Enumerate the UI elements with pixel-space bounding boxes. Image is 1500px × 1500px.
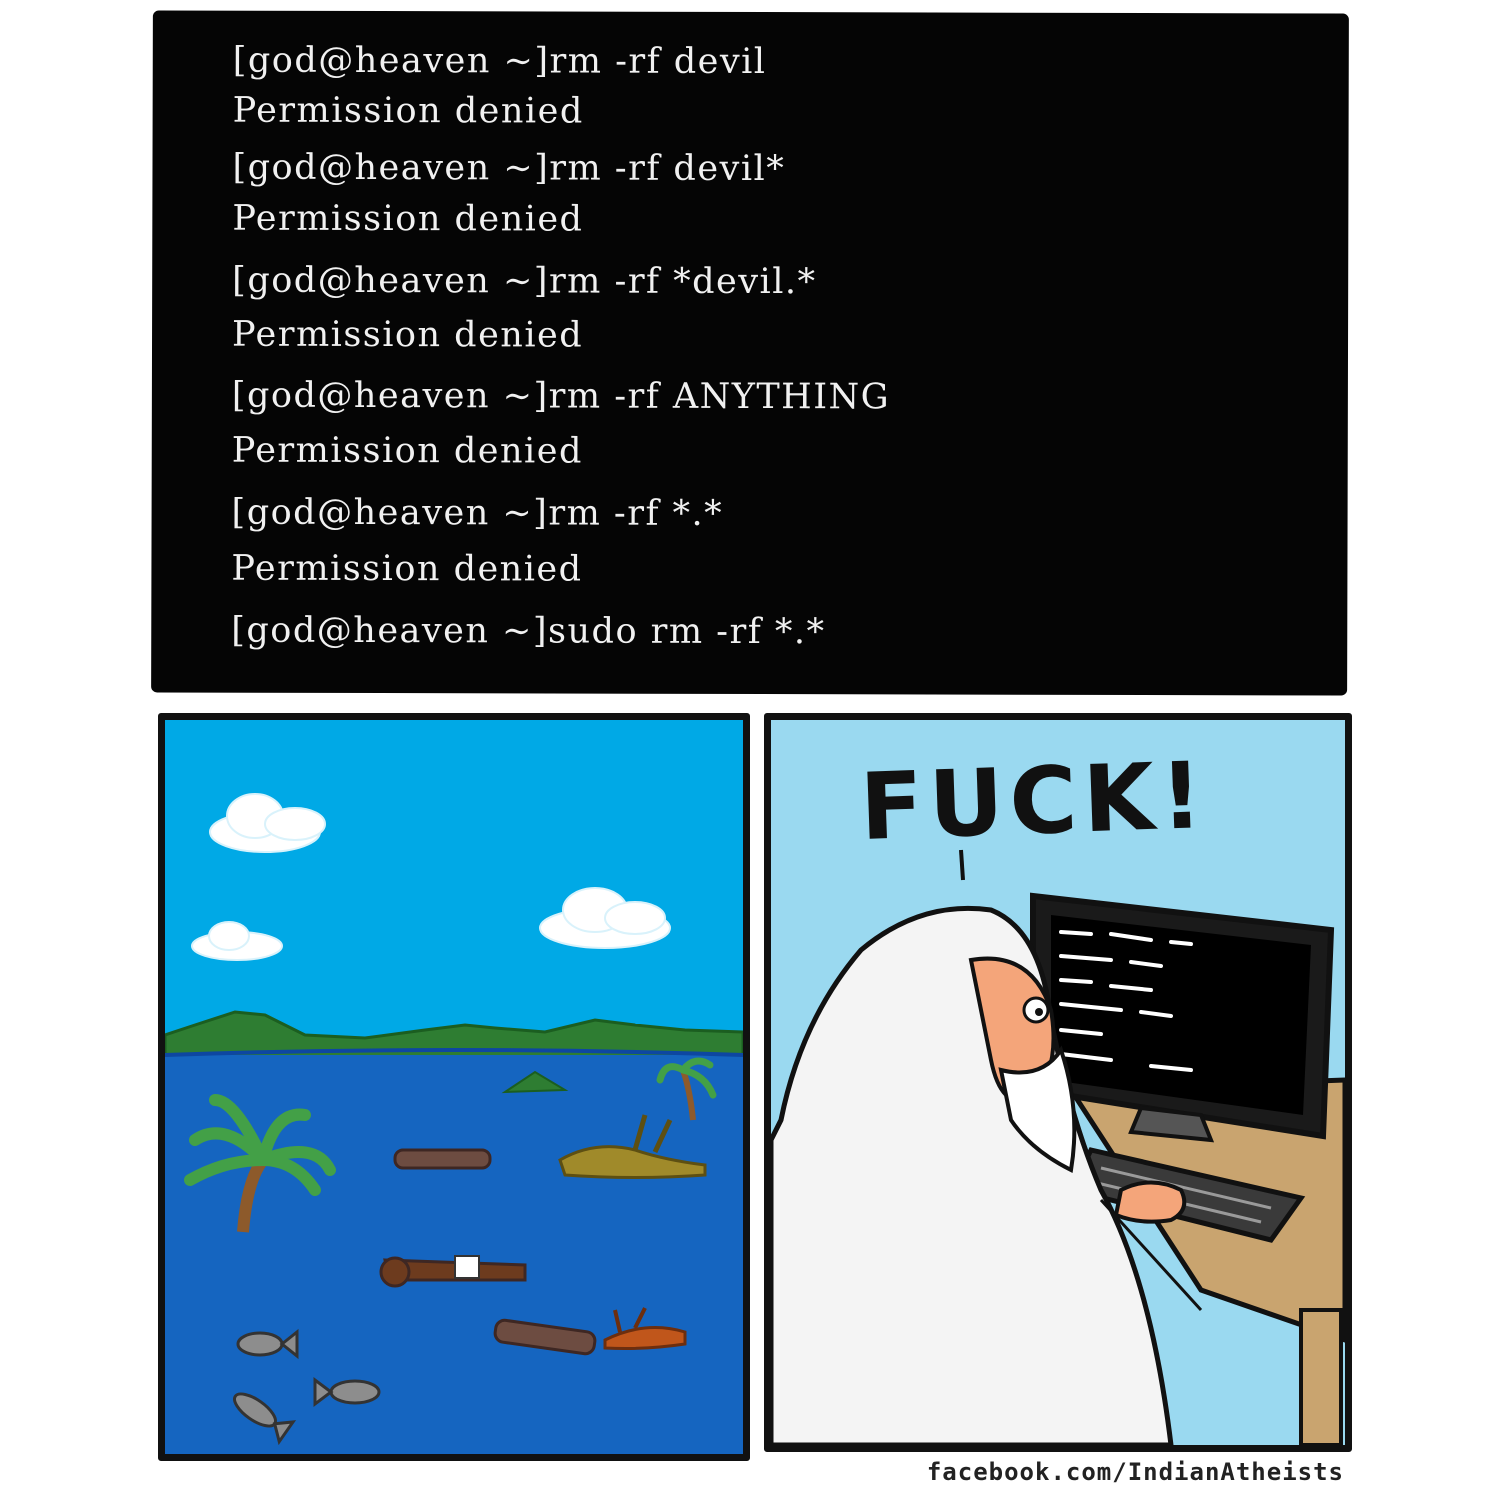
flood-illustration	[165, 720, 743, 1454]
terminal-line: [god@heaven ~]rm -rf *devil.*	[232, 260, 817, 303]
sea	[165, 1055, 743, 1454]
terminal-line: [god@heaven ~]rm -rf devil	[232, 40, 767, 83]
terminal-line: [god@heaven ~]sudo rm -rf *.*	[231, 610, 826, 653]
terminal-line: Permission denied	[232, 198, 584, 240]
terminal-line: Permission denied	[232, 90, 584, 132]
flood-panel	[158, 713, 750, 1461]
terminal-line: [god@heaven ~]rm -rf devil*	[232, 147, 786, 190]
terminal-line: Permission denied	[231, 314, 584, 356]
terminal-line: [god@heaven ~]rm -rf ANYTHING	[231, 375, 891, 418]
terminal-line: Permission denied	[231, 548, 583, 590]
terminal-panel: [god@heaven ~]rm -rf devil Permission de…	[151, 10, 1349, 696]
floating-log	[393, 1148, 492, 1170]
god-hand	[1113, 1180, 1187, 1224]
credit-link[interactable]: facebook.com/IndianAtheists	[927, 1458, 1344, 1486]
speech-text: FUCK!	[858, 741, 1211, 862]
terminal-line: [god@heaven ~]rm -rf *.*	[231, 492, 724, 534]
terminal-line: Permission denied	[231, 430, 583, 472]
